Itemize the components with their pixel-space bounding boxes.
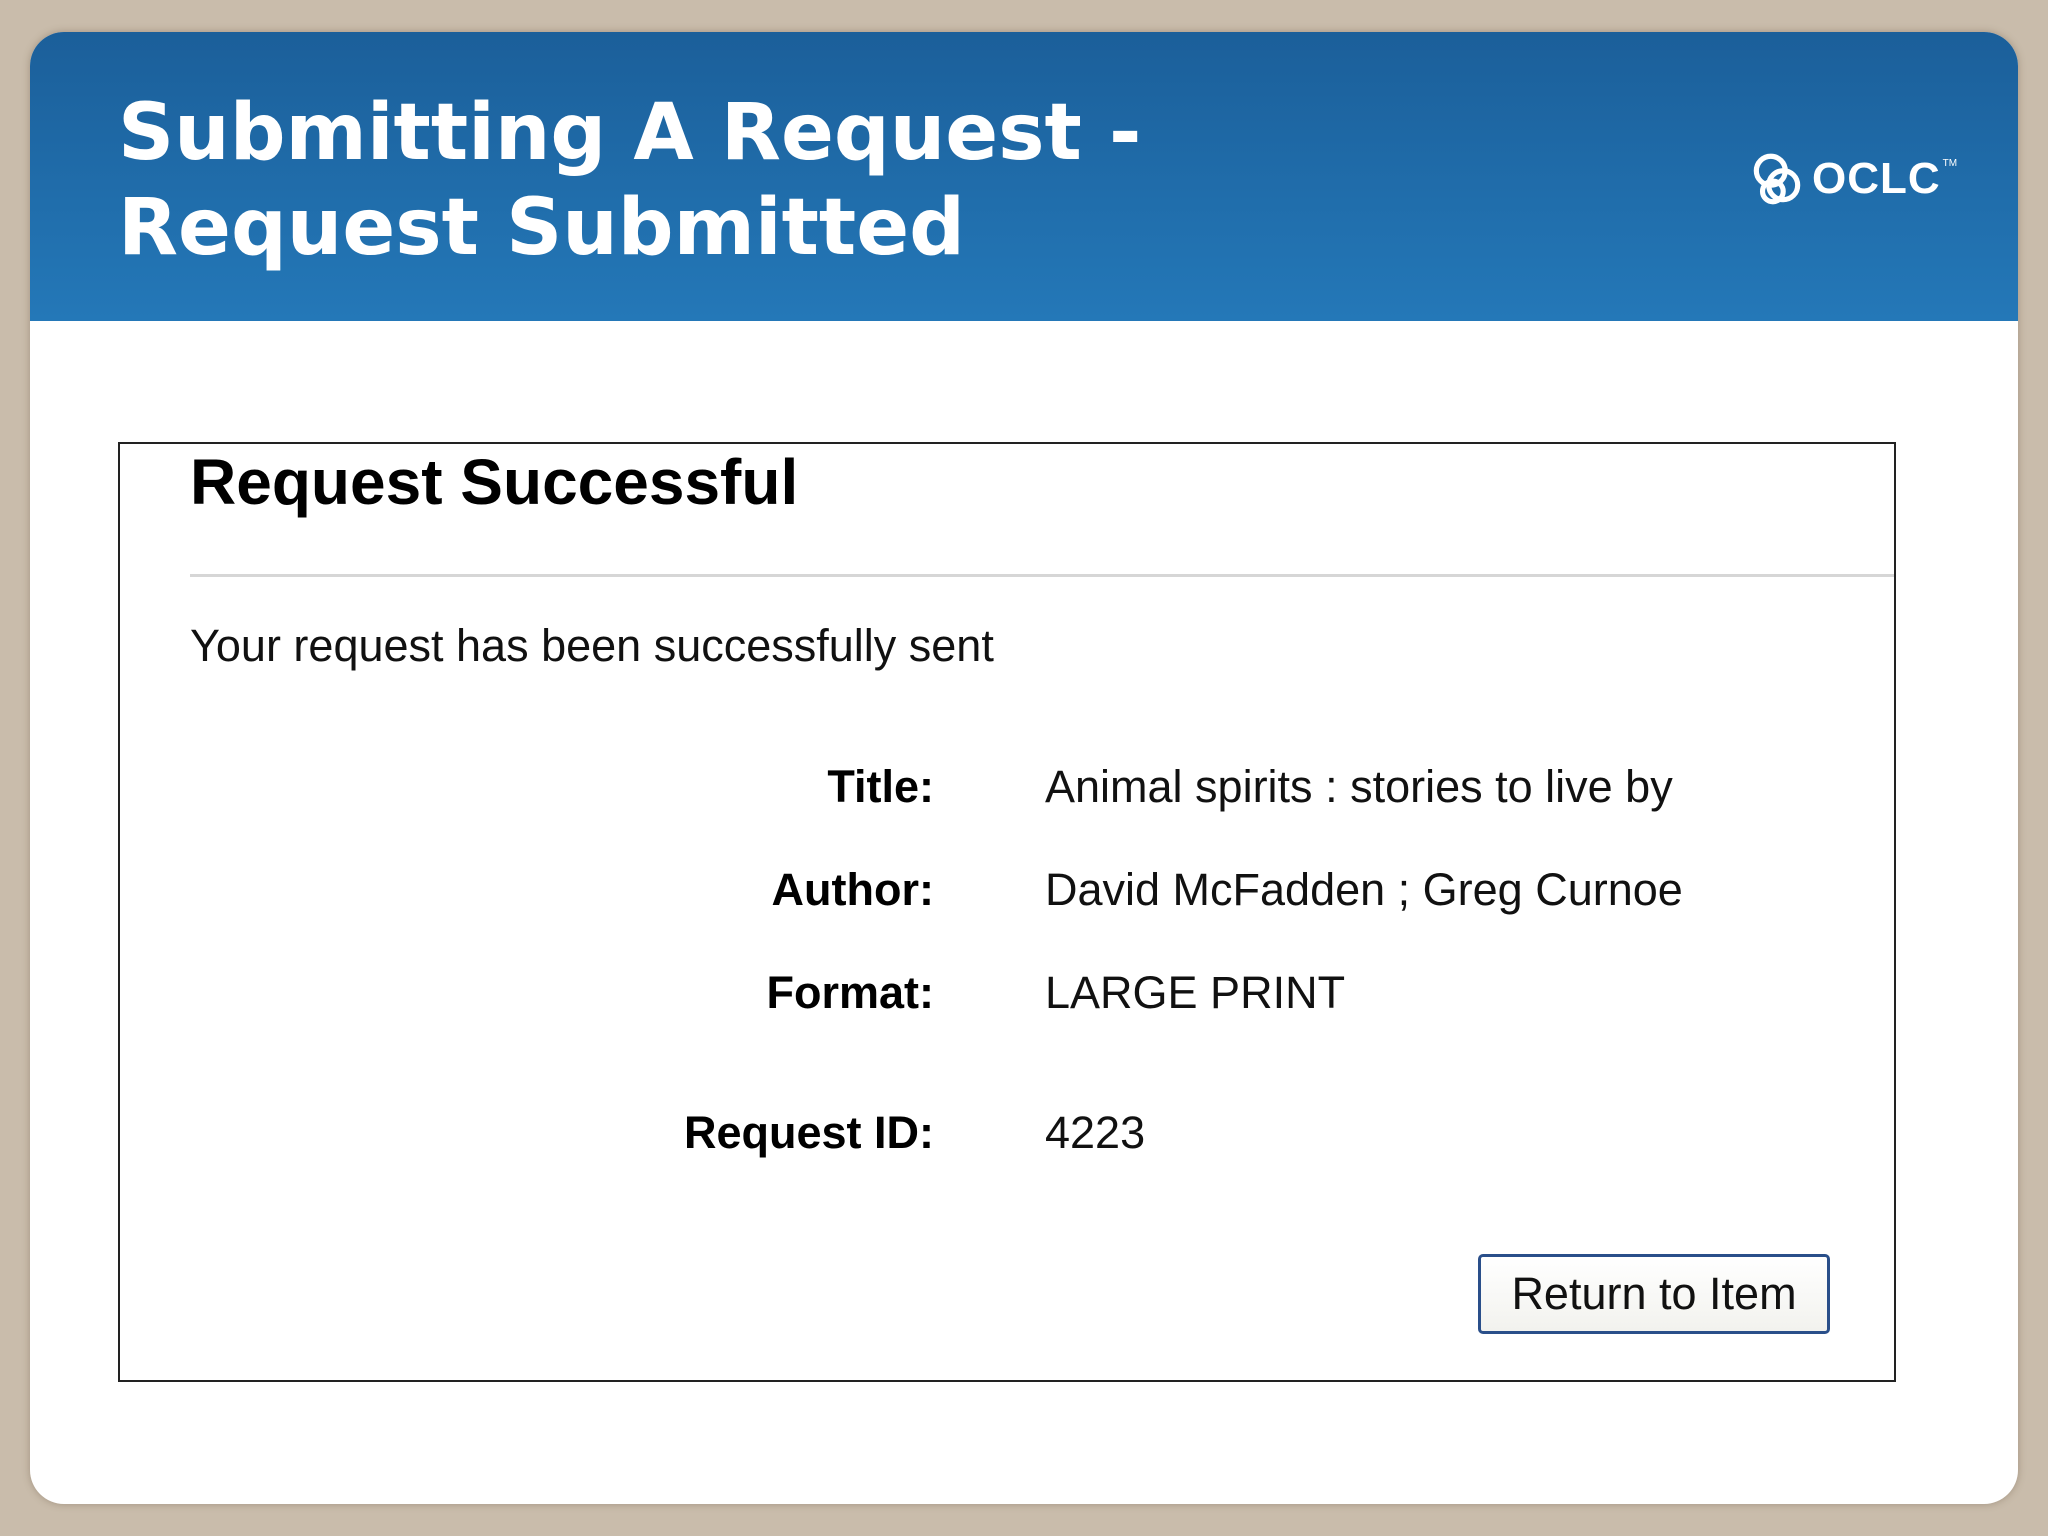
- oclc-logo: OCLC TM: [1746, 148, 1957, 210]
- panel-heading: Request Successful: [190, 446, 799, 518]
- field-value-format: LARGE PRINT: [1045, 967, 1346, 1018]
- field-value-author: David McFadden ; Greg Curnoe: [1045, 864, 1683, 915]
- request-panel: Request Successful Your request has been…: [118, 442, 1896, 1382]
- field-value-request-id: 4223: [1045, 1107, 1146, 1158]
- field-row-title: Title: Animal spirits : stories to live …: [120, 761, 1894, 821]
- success-message: Your request has been successfully sent: [190, 620, 994, 671]
- field-label-title: Title:: [827, 761, 934, 812]
- field-row-format: Format: LARGE PRINT: [120, 967, 1894, 1027]
- slide-header: Submitting A Request - Request Submitted…: [30, 32, 2018, 321]
- field-label-request-id: Request ID:: [683, 1107, 934, 1158]
- oclc-swirl-icon: [1746, 148, 1808, 210]
- logo-trademark: TM: [1942, 158, 1958, 169]
- slide-title: Submitting A Request - Request Submitted: [118, 88, 1142, 273]
- return-to-item-button[interactable]: Return to Item: [1478, 1254, 1830, 1334]
- field-value-title: Animal spirits : stories to live by: [1045, 761, 1673, 812]
- field-label-format: Format:: [766, 967, 935, 1018]
- field-row-request-id: Request ID: 4223: [120, 1107, 1894, 1167]
- slide: Submitting A Request - Request Submitted…: [30, 32, 2018, 1504]
- logo-text: OCLC: [1812, 154, 1941, 203]
- field-row-author: Author: David McFadden ; Greg Curnoe: [120, 864, 1894, 924]
- heading-divider: [190, 574, 1894, 577]
- field-label-author: Author:: [771, 864, 934, 915]
